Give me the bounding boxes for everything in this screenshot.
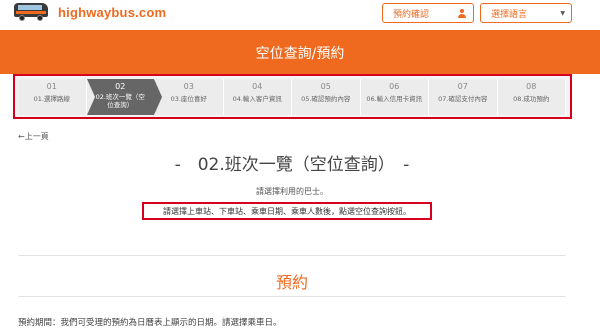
step-03: 03 03.座位喜好 (155, 79, 224, 115)
step-number: 02 (115, 82, 126, 91)
caret-down-icon: ▼ (560, 9, 565, 17)
step-label: 04.輸入客户資訊 (232, 95, 282, 103)
step-label: 01.選擇路線 (33, 95, 70, 103)
step-label: 03.座位喜好 (170, 95, 207, 103)
step-number: 04 (252, 82, 263, 91)
step-08: 08 08.成功預約 (497, 79, 566, 115)
step-label: 06.輸入信用卡資訊 (366, 95, 423, 103)
banner-title: 空位查詢/預約 (255, 46, 345, 62)
step-number: 01 (46, 82, 57, 91)
divider (18, 255, 566, 256)
instruction-highlight-text: 請選擇上車站、下車站、乘車日期、乘車人數後，點選空位查詢按鈕。 (163, 207, 411, 216)
step-label: 08.成功預約 (513, 95, 550, 103)
reservation-check-button[interactable]: 預約確認 (382, 3, 474, 23)
reservation-check-label: 預約確認 (393, 9, 430, 20)
section-title: 預約 (275, 273, 308, 292)
step-label: 02.班次一覽（空位查詢） (95, 93, 145, 109)
step-number: 05 (320, 82, 331, 91)
arrow-left-icon: ← (18, 132, 25, 141)
logo-text: highwaybus.com (58, 4, 167, 20)
step-label: 07.確認支付內容 (438, 95, 488, 103)
site-logo[interactable]: highwaybus.com (14, 2, 166, 22)
back-link[interactable]: ←上一頁 (18, 131, 49, 142)
step-01: 01 01.選擇路線 (18, 79, 87, 115)
progress-steps: 01 01.選擇路線 02 02.班次一覽（空位查詢） 03 03.座位喜好 0… (18, 79, 566, 115)
bus-icon (14, 2, 48, 22)
language-select[interactable]: 選擇語言 ▼ (480, 3, 572, 23)
step-06: 06 06.輸入信用卡資訊 (360, 79, 429, 115)
step-05: 05 05.確認預約內容 (292, 79, 361, 115)
step-number: 03 (183, 82, 194, 91)
language-select-label: 選擇語言 (491, 9, 528, 20)
step-number: 07 (457, 82, 468, 91)
step-02-active: 02 02.班次一覽（空位查詢） (86, 79, 162, 115)
step-number: 08 (526, 82, 537, 91)
divider (18, 296, 566, 297)
instruction-text: 請選擇利用的巴士。 (256, 187, 328, 196)
step-07: 07 07.確認支付內容 (429, 79, 498, 115)
step-number: 06 (389, 82, 400, 91)
user-icon (458, 8, 466, 18)
step-label: 05.確認預約內容 (301, 95, 351, 103)
step-04: 04 04.輸入客户資訊 (223, 79, 292, 115)
back-link-label: 上一頁 (24, 132, 49, 141)
top-bar: highwaybus.com 預約確認 選擇語言 ▼ (0, 0, 600, 30)
page-title: - 02.班次一覽（空位查詢） - (174, 155, 410, 175)
reservation-period-note: 預約期間：我們可受理的預約為日曆表上顯示的日期。請選擇乘車日。 (18, 318, 282, 328)
